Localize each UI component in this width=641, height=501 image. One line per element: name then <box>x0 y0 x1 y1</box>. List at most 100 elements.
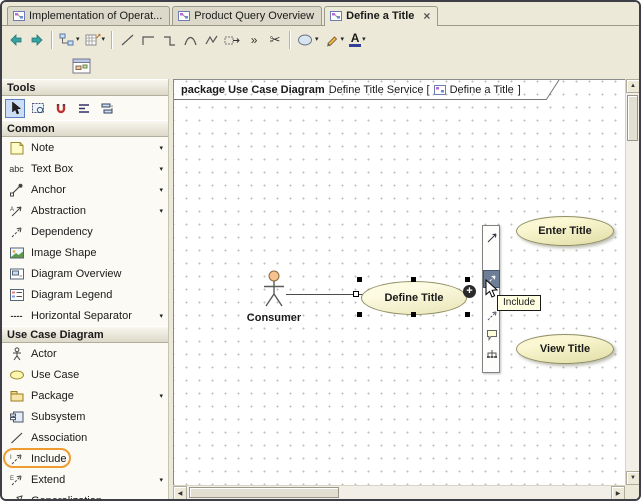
forward-button[interactable] <box>27 29 47 51</box>
actor-consumer[interactable]: Consumer <box>244 270 304 324</box>
path-to-shape-button[interactable] <box>222 29 243 51</box>
diagram-frame-label[interactable]: package Use Case Diagram Define Title Se… <box>174 80 546 100</box>
scroll-left-button[interactable]: ◀ <box>173 486 187 500</box>
scroll-right-button[interactable]: ▶ <box>611 486 625 500</box>
variant-caret-icon[interactable]: ▾ <box>159 476 163 484</box>
horizontal-scroll-track[interactable] <box>341 486 611 499</box>
line-style-straight-button[interactable] <box>117 29 137 51</box>
extend-line-icon <box>486 310 498 322</box>
palette-item-label: Text Box <box>31 163 159 175</box>
align-tool-button[interactable] <box>74 99 94 118</box>
palette-item-generalization[interactable]: Generalization ▾ <box>2 490 168 499</box>
palette-item-package[interactable]: Package ▾ <box>2 385 168 406</box>
association-icon <box>9 431 25 445</box>
tab-product-query-overview[interactable]: Product Query Overview <box>172 6 322 25</box>
palette-item-include[interactable]: I Include <box>2 448 168 469</box>
variant-caret-icon[interactable]: ▾ <box>159 392 163 400</box>
horizontal-scrollbar[interactable]: ◀ ▶ <box>173 485 625 499</box>
horizontal-scroll-thumb[interactable] <box>189 487 339 498</box>
tab-implementation-of-operations[interactable]: Implementation of Operat... <box>7 6 170 25</box>
selection-handle[interactable] <box>357 277 362 282</box>
line-style-curved-button[interactable] <box>180 29 200 51</box>
toolbar-overflow-button[interactable]: » <box>244 29 264 51</box>
scroll-down-button[interactable]: ▼ <box>626 471 640 485</box>
selection-handle[interactable] <box>465 312 470 317</box>
dropdown-caret-icon: ▾ <box>76 36 80 43</box>
palette-item-text-box[interactable]: abc Text Box ▾ <box>2 158 168 179</box>
tab-label: Define a Title <box>346 10 414 22</box>
edge-endpoint-handle[interactable] <box>353 291 359 297</box>
extend-tool-button[interactable] <box>485 309 499 323</box>
selection-handle[interactable] <box>357 312 362 317</box>
use-case-icon <box>9 368 25 382</box>
palette-item-dependency[interactable]: Dependency <box>2 221 168 242</box>
use-case-enter-title[interactable]: Enter Title <box>516 216 614 246</box>
line-style-spline-button[interactable] <box>201 29 221 51</box>
line-color-button[interactable]: ▾ <box>322 29 347 51</box>
palette-item-actor[interactable]: Actor <box>2 343 168 364</box>
marquee-tool-button[interactable] <box>28 99 48 118</box>
variant-caret-icon[interactable]: ▾ <box>159 165 163 173</box>
structure-tool-button[interactable] <box>485 348 499 362</box>
distribute-tool-button[interactable] <box>97 99 117 118</box>
font-color-button[interactable]: A ▾ <box>347 29 368 51</box>
selection-handle[interactable] <box>465 277 470 282</box>
variant-caret-icon[interactable]: ▾ <box>159 186 163 194</box>
variant-caret-icon[interactable]: ▾ <box>159 144 163 152</box>
use-case-view-title[interactable]: View Title <box>516 334 614 364</box>
variant-caret-icon[interactable]: ▾ <box>159 207 163 215</box>
main-toolbar: ▾ ▾ » ✂ ▾ ▾ A ▾ <box>2 26 639 53</box>
use-case-define-title[interactable]: Define Title <box>361 281 467 315</box>
palette-item-anchor[interactable]: Anchor ▾ <box>2 179 168 200</box>
palette-section-tools[interactable]: Tools <box>2 79 168 96</box>
scroll-up-button[interactable]: ▲ <box>626 79 640 93</box>
palette-item-subsystem[interactable]: Subsystem <box>2 406 168 427</box>
palette-item-label: Actor <box>31 348 163 360</box>
diagram-canvas[interactable]: package Use Case Diagram Define Title Se… <box>173 79 625 485</box>
palette-item-diagram-legend[interactable]: Diagram Legend <box>2 284 168 305</box>
association-tool-button[interactable] <box>485 231 499 245</box>
tab-close-icon[interactable]: × <box>423 11 430 21</box>
selection-handle[interactable] <box>411 277 416 282</box>
layout-hierarchy-button[interactable]: ▾ <box>57 29 82 51</box>
variant-caret-icon[interactable]: ▾ <box>159 312 163 320</box>
magnet-tool-button[interactable] <box>51 99 71 118</box>
palette-item-label: Use Case <box>31 369 163 381</box>
palette-item-abstraction[interactable]: A Abstraction ▾ <box>2 200 168 221</box>
quick-layout-button[interactable]: ▾ <box>83 29 108 51</box>
rectilinear-line-icon <box>141 33 156 47</box>
cut-button[interactable]: ✂ <box>265 29 285 51</box>
palette-item-diagram-overview[interactable]: Diagram Overview <box>2 263 168 284</box>
palette-item-horizontal-separator[interactable]: ---- Horizontal Separator ▾ <box>2 305 168 326</box>
variant-caret-icon[interactable]: ▾ <box>159 497 163 500</box>
tab-define-a-title[interactable]: Define a Title × <box>324 6 438 26</box>
curved-line-icon <box>183 33 198 47</box>
palette-section-use-case-diagram[interactable]: Use Case Diagram <box>2 326 168 343</box>
palette-item-note[interactable]: Note ▾ <box>2 137 168 158</box>
line-style-rectilinear-button[interactable] <box>138 29 158 51</box>
toolbar-separator <box>289 31 291 49</box>
window-icon <box>72 58 91 74</box>
smart-add-button[interactable]: + <box>463 285 476 298</box>
palette-item-use-case[interactable]: Use Case <box>2 364 168 385</box>
vertical-scrollbar[interactable]: ▲ ▼ <box>625 79 639 485</box>
back-button[interactable] <box>6 29 26 51</box>
content-pane-button[interactable] <box>70 55 93 77</box>
vertical-scroll-track[interactable] <box>626 143 639 471</box>
comment-tool-button[interactable] <box>485 328 499 342</box>
vertical-scroll-thumb[interactable] <box>627 95 638 141</box>
palette-section-common[interactable]: Common <box>2 120 168 137</box>
palette-item-image-shape[interactable]: Image Shape <box>2 242 168 263</box>
image-shape-icon <box>9 246 25 260</box>
align-icon <box>77 102 91 115</box>
diagram-legend-icon <box>9 288 25 302</box>
line-style-bent-button[interactable] <box>159 29 179 51</box>
palette-item-extend[interactable]: E Extend ▾ <box>2 469 168 490</box>
diagram-icon <box>434 84 446 96</box>
select-tool-button[interactable] <box>5 99 25 118</box>
association-edge[interactable] <box>286 294 363 295</box>
selection-handle[interactable] <box>411 312 416 317</box>
shape-style-button[interactable]: ▾ <box>295 29 321 51</box>
palette-item-association[interactable]: Association <box>2 427 168 448</box>
horizontal-scrollbar-row: ◀ ▶ <box>173 485 639 499</box>
